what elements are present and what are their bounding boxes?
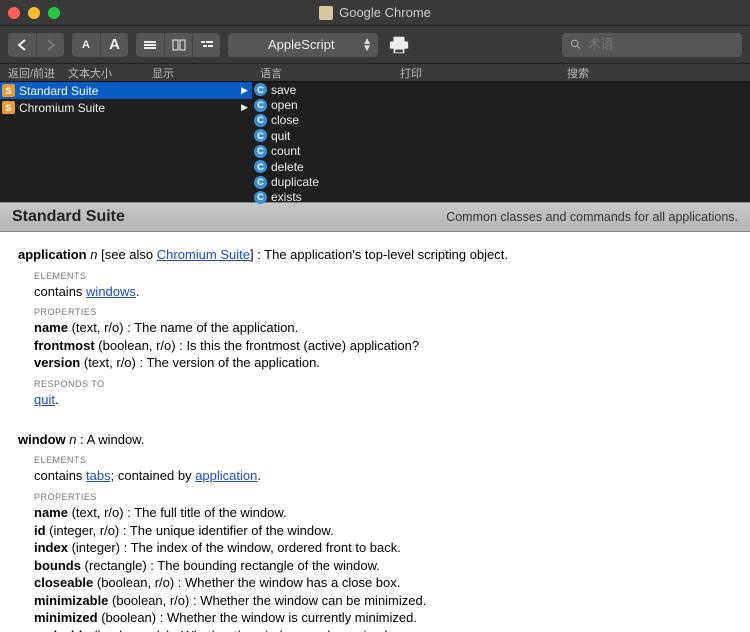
window-titlebar: Google Chrome: [0, 0, 750, 26]
toolbar-labels: 返回/前进 文本大小 显示 语言 打印 搜索: [0, 64, 750, 82]
class-headline: window n : A window.: [18, 431, 732, 449]
suite-row[interactable]: S Standard Suite ▶: [0, 82, 252, 99]
responds-line: quit.: [34, 391, 732, 409]
search-field[interactable]: [562, 33, 742, 57]
command-name: open: [271, 98, 298, 112]
command-name: duplicate: [271, 175, 319, 189]
view-columns-button[interactable]: [164, 33, 192, 57]
property-line: version (text, r/o) : The version of the…: [34, 354, 732, 372]
command-name: count: [271, 144, 300, 158]
minimize-window-button[interactable]: [28, 7, 40, 19]
property-line: minimizable (boolean, r/o) : Whether the…: [34, 592, 732, 610]
chevron-right-icon: ▶: [241, 85, 248, 96]
property-line: frontmost (boolean, r/o) : Is this the f…: [34, 337, 732, 355]
command-row[interactable]: Cdelete: [252, 159, 750, 174]
elements-label: ELEMENTS: [34, 454, 732, 466]
command-row[interactable]: Csave: [252, 82, 750, 97]
commands-column: CsaveCopenCcloseCquitCcountCdeleteCdupli…: [252, 82, 750, 202]
command-badge-icon: C: [254, 191, 267, 204]
suite-title: Standard Suite: [12, 208, 125, 226]
search-icon: [570, 38, 582, 51]
properties-label: PROPERTIES: [34, 491, 732, 503]
see-also-link[interactable]: Chromium Suite: [157, 247, 250, 262]
command-badge-icon: C: [254, 99, 267, 112]
label-search: 搜索: [556, 65, 750, 81]
command-row[interactable]: Cexists: [252, 190, 750, 205]
command-name: quit: [271, 129, 290, 143]
responds-link[interactable]: quit: [34, 392, 55, 407]
class-headline: application n [see also Chromium Suite] …: [18, 246, 732, 264]
command-name: exists: [271, 190, 302, 204]
property-line: closeable (boolean, r/o) : Whether the w…: [34, 574, 732, 592]
view-segment: [136, 33, 220, 57]
suite-description: Common classes and commands for all appl…: [446, 210, 738, 224]
responds-label: RESPONDS TO: [34, 378, 732, 390]
command-badge-icon: C: [254, 129, 267, 142]
browser-columns: SStandard Suite▶SChromium Suite▶ CsaveCo…: [0, 82, 750, 202]
command-badge-icon: C: [254, 145, 267, 158]
close-window-button[interactable]: [8, 7, 20, 19]
command-name: save: [271, 83, 296, 97]
chevron-updown-icon: ▲▼: [362, 38, 372, 52]
command-row[interactable]: Cclose: [252, 113, 750, 128]
command-name: close: [271, 113, 299, 127]
suite-name: Chromium Suite: [19, 101, 105, 115]
window-title-text: Google Chrome: [339, 5, 431, 20]
command-row[interactable]: Cduplicate: [252, 174, 750, 189]
command-row[interactable]: Cquit: [252, 128, 750, 143]
back-button[interactable]: [8, 33, 36, 57]
nav-segment: [8, 33, 64, 57]
label-language: 语言: [260, 65, 400, 81]
label-textsize: 文本大小: [68, 65, 152, 81]
elements-line: contains windows.: [34, 283, 732, 301]
command-badge-icon: C: [254, 114, 267, 127]
traffic-lights: [8, 7, 60, 19]
property-line: resizable (boolean, r/o) : Whether the w…: [34, 627, 732, 632]
suite-row[interactable]: S Chromium Suite ▶: [0, 99, 252, 116]
property-line: id (integer, r/o) : The unique identifie…: [34, 522, 732, 540]
command-row[interactable]: Ccount: [252, 144, 750, 159]
doc-body: application n [see also Chromium Suite] …: [0, 232, 750, 632]
command-badge-icon: C: [254, 83, 267, 96]
toolbar: A A AppleScript ▲▼: [0, 26, 750, 64]
command-badge-icon: C: [254, 160, 267, 173]
property-line: name (text, r/o) : The name of the appli…: [34, 319, 732, 337]
forward-button[interactable]: [36, 33, 64, 57]
command-name: delete: [271, 160, 304, 174]
elements-line: contains tabs; contained by application.: [34, 467, 732, 485]
elements-link[interactable]: tabs: [86, 468, 111, 483]
text-larger-button[interactable]: A: [100, 33, 128, 57]
suite-badge-icon: S: [2, 101, 15, 114]
elements-label: ELEMENTS: [34, 270, 732, 282]
command-badge-icon: C: [254, 176, 267, 189]
command-row[interactable]: Copen: [252, 97, 750, 112]
window-title: Google Chrome: [0, 5, 750, 20]
text-smaller-button[interactable]: A: [72, 33, 100, 57]
suites-column: S Standard Suite ▶ S Chromium Suite ▶: [0, 82, 252, 202]
label-view: 显示: [152, 65, 260, 81]
view-outline-button[interactable]: [192, 33, 220, 57]
suite-name: Standard Suite: [19, 84, 98, 98]
doc-header: Standard Suite Common classes and comman…: [0, 202, 750, 232]
zoom-window-button[interactable]: [48, 7, 60, 19]
elements-link[interactable]: windows: [86, 284, 136, 299]
print-button[interactable]: [386, 33, 412, 57]
text-size-segment: A A: [72, 33, 128, 57]
printer-icon: [388, 34, 410, 56]
label-print: 打印: [400, 65, 556, 81]
property-line: minimized (boolean) : Whether the window…: [34, 609, 732, 627]
search-input[interactable]: [588, 37, 734, 52]
view-list-button[interactable]: [136, 33, 164, 57]
property-line: index (integer) : The index of the windo…: [34, 539, 732, 557]
chevron-right-icon: ▶: [241, 102, 248, 113]
label-nav: 返回/前进: [8, 65, 68, 81]
language-select[interactable]: AppleScript ▲▼: [228, 33, 378, 57]
property-line: name (text, r/o) : The full title of the…: [34, 504, 732, 522]
properties-label: PROPERTIES: [34, 306, 732, 318]
suite-badge-icon: S: [2, 84, 15, 97]
property-line: bounds (rectangle) : The bounding rectan…: [34, 557, 732, 575]
elements-link[interactable]: application: [195, 468, 257, 483]
app-icon: [319, 6, 333, 20]
language-value: AppleScript: [268, 37, 334, 52]
